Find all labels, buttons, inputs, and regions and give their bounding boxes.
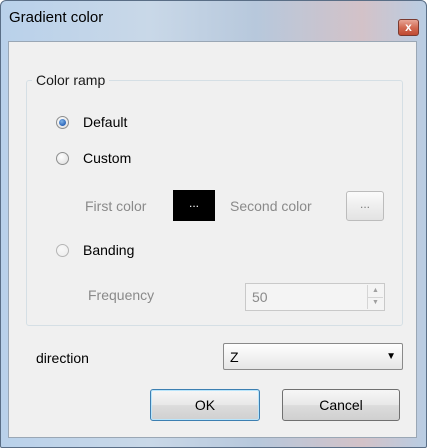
first-color-button[interactable]: ... <box>173 190 215 221</box>
second-color-button-label: ... <box>359 197 370 211</box>
window-title: Gradient color <box>9 9 104 26</box>
banding-radio-label[interactable]: Banding <box>83 242 134 258</box>
ok-button[interactable]: OK <box>150 389 260 421</box>
frequency-value[interactable]: 50 <box>252 289 268 305</box>
triangle-down-icon[interactable]: ▼ <box>368 297 383 309</box>
direction-select[interactable]: Z ▼ <box>223 343 403 370</box>
ok-button-label: OK <box>194 397 216 413</box>
frequency-label: Frequency <box>88 287 155 303</box>
banding-radio-icon[interactable] <box>56 244 69 257</box>
default-radio-label[interactable]: Default <box>83 114 127 130</box>
second-color-button[interactable]: ... <box>346 191 384 221</box>
default-radio-icon[interactable] <box>56 116 69 129</box>
close-icon: x <box>405 20 412 34</box>
chevron-down-icon[interactable]: ▼ <box>386 351 396 362</box>
custom-radio-icon[interactable] <box>56 152 69 165</box>
first-color-label: First color <box>85 198 147 214</box>
frequency-spinbox[interactable]: 50 ▲ ▼ <box>245 283 385 311</box>
first-color-button-label: ... <box>188 196 199 210</box>
direction-label: direction <box>36 350 89 366</box>
second-color-label: Second color <box>230 198 312 214</box>
close-button[interactable]: x <box>398 19 419 36</box>
cancel-button[interactable]: Cancel <box>282 389 400 421</box>
frequency-spin-arrows: ▲ ▼ <box>367 285 383 309</box>
custom-radio-label[interactable]: Custom <box>83 150 131 166</box>
cancel-button-label: Cancel <box>319 397 363 413</box>
title-bar[interactable]: Gradient color <box>1 1 426 31</box>
color-ramp-legend: Color ramp <box>32 72 110 88</box>
direction-selected-value: Z <box>230 349 239 365</box>
